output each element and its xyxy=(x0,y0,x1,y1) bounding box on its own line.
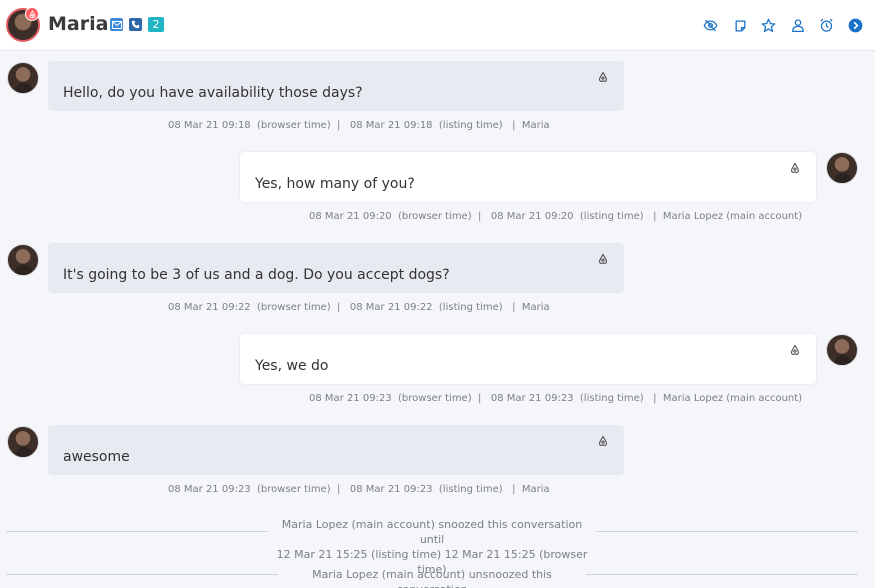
eye-off-icon[interactable] xyxy=(703,18,718,33)
airbnb-icon xyxy=(598,71,608,82)
airbnb-icon xyxy=(598,253,608,264)
divider xyxy=(6,574,278,575)
message-text: It's going to be 3 of us and a dog. Do y… xyxy=(63,267,450,283)
divider xyxy=(6,531,268,532)
event-text-line: Maria Lopez (main account) snoozed this … xyxy=(281,518,583,546)
guest-avatar xyxy=(7,426,39,458)
alarm-icon[interactable] xyxy=(819,18,834,33)
host-avatar xyxy=(826,152,858,184)
message-bubble: It's going to be 3 of us and a dog. Do y… xyxy=(48,243,624,293)
guest-avatar xyxy=(7,62,39,94)
airbnb-icon xyxy=(598,435,608,446)
phone-icon[interactable] xyxy=(129,18,142,31)
message-text: Hello, do you have availability those da… xyxy=(63,85,363,101)
divider xyxy=(586,574,858,575)
guest-avatar xyxy=(7,244,39,276)
unsnooze-event: Maria Lopez (main account) unsnoozed thi… xyxy=(312,568,552,588)
message-text: awesome xyxy=(63,449,130,465)
email-icon[interactable] xyxy=(110,18,123,31)
message-bubble: Yes, how many of you? xyxy=(240,152,816,202)
message-bubble: awesome xyxy=(48,425,624,475)
message-meta: 08 Mar 21 09:23 (browser time) | 08 Mar … xyxy=(168,484,550,495)
message-bubble: Hello, do you have availability those da… xyxy=(48,61,624,111)
note-icon[interactable] xyxy=(733,18,748,33)
message-meta: 08 Mar 21 09:18 (browser time) | 08 Mar … xyxy=(168,120,550,131)
unread-count-badge: 2 xyxy=(148,17,164,32)
airbnb-icon xyxy=(790,344,800,355)
conversation-header: Maria 2 xyxy=(0,0,875,51)
star-icon[interactable] xyxy=(761,18,776,33)
user-icon[interactable] xyxy=(790,18,805,33)
arrow-right-circle-icon[interactable] xyxy=(848,18,863,33)
message-meta: 08 Mar 21 09:22 (browser time) | 08 Mar … xyxy=(168,302,550,313)
message-meta: 08 Mar 21 09:20 (browser time) | 08 Mar … xyxy=(309,211,803,222)
airbnb-icon xyxy=(790,162,800,173)
message-text: Yes, how many of you? xyxy=(255,176,415,192)
host-avatar xyxy=(826,334,858,366)
divider xyxy=(596,531,858,532)
guest-name: Maria xyxy=(48,13,109,35)
message-bubble: Yes, we do xyxy=(240,334,816,384)
message-text: Yes, we do xyxy=(255,358,329,374)
message-meta: 08 Mar 21 09:23 (browser time) | 08 Mar … xyxy=(309,393,803,404)
airbnb-icon xyxy=(25,7,39,21)
